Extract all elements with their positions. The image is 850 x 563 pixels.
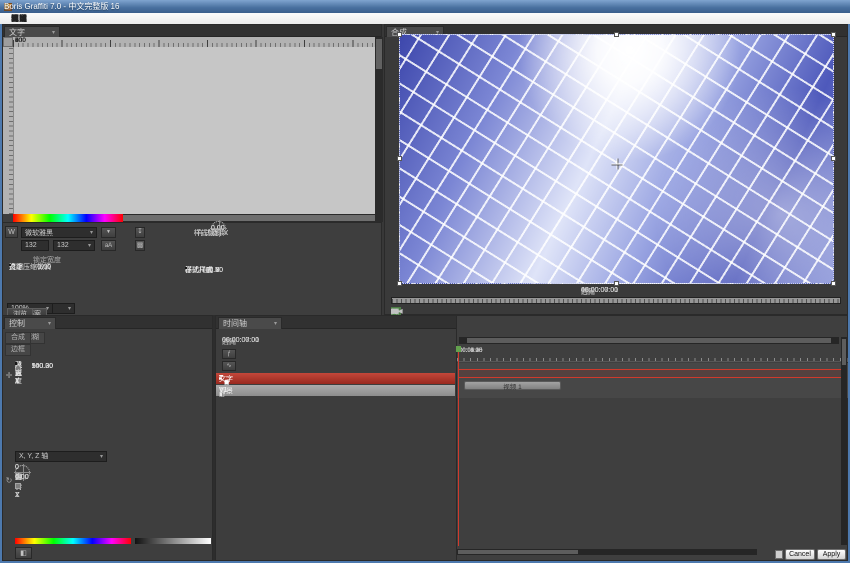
font-family-dropdown[interactable]: 微软雅黑 [21, 227, 97, 238]
bottom-align-icon[interactable]: ▩ [135, 240, 145, 251]
apply-button[interactable]: Apply [817, 549, 846, 560]
track-row-background[interactable]: 背景 ∎◫ V1 [216, 385, 455, 396]
selected-track-region[interactable] [458, 369, 845, 378]
rotation-subvalue[interactable]: 0.00 [15, 474, 29, 481]
canvas-vertical-scrollbar[interactable] [375, 37, 383, 222]
ruler-corner [3, 37, 13, 47]
animation-order-dropdown[interactable]: X, Y, Z 轴 [15, 451, 107, 462]
style-bottom-bar: 取消打字 100% 自动更新重设样式样式色盘汇入档案浏览 [7, 302, 379, 314]
timeline-tracks-area: 00:00:0000:00:1500:01:0500:01:2000:02:10… [456, 316, 847, 560]
window-title: Boris Graffiti 7.0 - 中文完整版 16 [4, 1, 119, 12]
wave-icon[interactable]: ∿ [222, 361, 236, 371]
wrap-icon[interactable]: W [5, 226, 18, 238]
selection-handle[interactable] [614, 281, 619, 286]
horizontal-ruler: 0100200300400500600700 [13, 37, 375, 47]
title-bar[interactable]: Boris Graffiti 7.0 - 中文完整版 16 [0, 0, 850, 13]
tab-controls[interactable]: 控制 [4, 317, 56, 329]
track-type-badge: T [219, 375, 223, 382]
color-spectrum-bar[interactable] [15, 538, 131, 544]
grayscale-bar[interactable] [135, 538, 211, 544]
vertical-ruler [3, 47, 13, 214]
control-tab[interactable]: 合成 [5, 332, 31, 344]
spacing-label: 行距 [9, 264, 23, 272]
text-canvas[interactable] [13, 47, 375, 214]
dial-value[interactable]: 0.00 [211, 225, 225, 232]
subscript-icon[interactable]: ↧ [135, 227, 145, 238]
menu-bar: 档案编辑轨道滤镜预览工具窗口说明 [0, 13, 850, 24]
composite-window: 合成 时间00:00:07:01选择00:00:00:00时间00:00:00:… [384, 24, 848, 315]
timeline-vertical-scrollbar[interactable] [841, 337, 847, 545]
toggle-icon[interactable]: ◧ [15, 547, 32, 559]
keyframe-checkbox[interactable] [15, 483, 21, 489]
preview-toggle-box[interactable] [775, 550, 783, 559]
font-size-dropdown[interactable]: 132 [53, 240, 95, 251]
selection-handle[interactable] [397, 32, 402, 37]
timeline-ruler[interactable]: 00:00:0000:00:1500:01:0500:01:2000:02:10… [457, 346, 848, 362]
cancel-button[interactable]: Cancel [785, 549, 815, 560]
selection-handle[interactable] [831, 281, 836, 286]
video-clip[interactable]: 视频 1 [464, 381, 561, 390]
timeline-bottom-scrollbar[interactable] [457, 549, 757, 555]
parameter-label: 尺度 Y [15, 362, 22, 386]
ruler-mark: 700 [13, 37, 62, 44]
canvas-horizontal-scrollbar[interactable] [13, 214, 375, 222]
menu-item[interactable]: 说明 [4, 13, 34, 24]
style-slider[interactable] [185, 267, 187, 269]
font-size-field[interactable]: 132 [21, 240, 49, 251]
composite-image[interactable] [399, 34, 834, 284]
selection-handle[interactable] [614, 32, 619, 37]
preview-scrubber[interactable] [391, 297, 841, 304]
effect-icon[interactable]: ƒ [222, 349, 236, 359]
timecode-label: 00:06:15 [459, 346, 492, 356]
timeline-horizontal-scrollbar[interactable] [459, 337, 839, 344]
selection-handle[interactable] [397, 281, 402, 286]
color-spectrum-bar[interactable] [13, 214, 123, 222]
selection-handle[interactable] [831, 32, 836, 37]
decrease-icon[interactable]: ▼ [101, 227, 116, 238]
style-label: 样式尺度 Y [185, 267, 220, 275]
text-window: 文字 0100200300400500600700 T▣▤∿W 微软雅黑 ▲▼ … [2, 24, 382, 315]
move-tool-icon[interactable]: ✛ [4, 371, 14, 380]
spacing-slider[interactable] [9, 264, 11, 266]
rotate-tool-icon[interactable]: ↻ [4, 476, 14, 485]
timeline-window: 时间轴 时间00:00:07:01选择00:00:00:00时间00:00:00… [215, 315, 848, 561]
parameter-slider[interactable] [15, 362, 17, 365]
playhead-marker[interactable] [456, 346, 461, 352]
playhead-line[interactable] [458, 346, 459, 546]
selection-handle[interactable] [397, 156, 402, 161]
tab-text[interactable]: 文字 [4, 26, 60, 37]
application-window: Boris Graffiti 7.0 - 中文完整版 16 档案编辑轨道滤镜预览… [0, 0, 850, 563]
selection-handle[interactable] [831, 156, 836, 161]
style-panel: T▣▤∿W 微软雅黑 ▲▼ HBIU↥↧ 132 132 AAaA ▤▥▦▧▨▩… [3, 222, 381, 315]
small-caps-icon[interactable]: aA [101, 240, 116, 251]
track-type-badge: V1 [219, 387, 228, 394]
track-row-text[interactable]: 文字 ▪▣⚑◉∎ T [216, 373, 455, 384]
control-tab[interactable]: 边框 [5, 344, 31, 356]
scrollbar-thumb[interactable] [123, 215, 375, 221]
tab-timeline[interactable]: 时间轴 [218, 317, 282, 329]
rotation-value[interactable]: 0 [15, 464, 29, 471]
crosshair-cursor [611, 158, 622, 169]
control-panel: 控制 位置枢轴相机动态模糊合成 斜面光照阴影背景边框 ✛ ↻ 960.30 位置… [2, 315, 213, 561]
